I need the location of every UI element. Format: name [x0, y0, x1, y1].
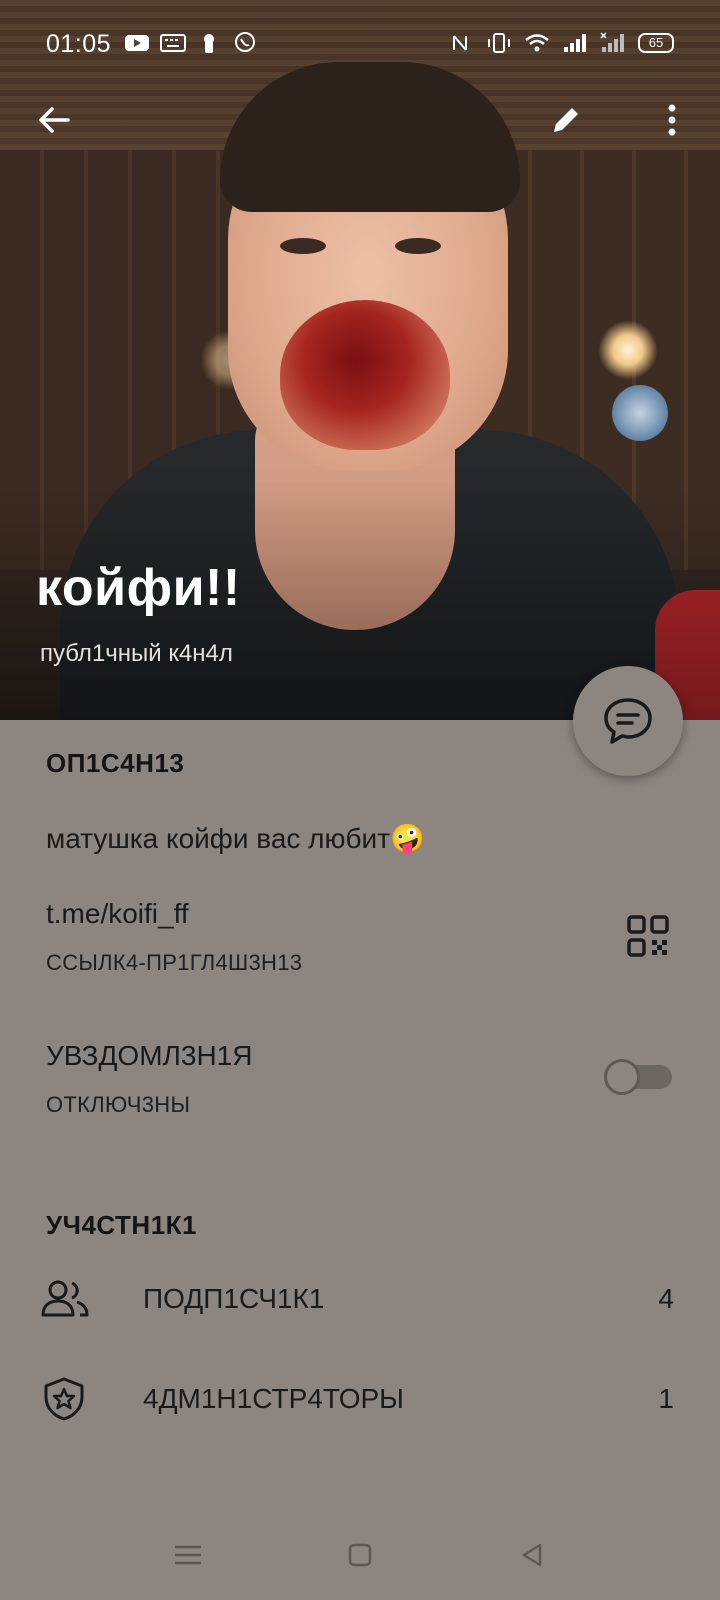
- invite-link-label: ССЫЛК4-ПР1ГЛ4Ш3Н13: [46, 950, 303, 975]
- subscribers-label: ПОДП1СЧ1К1: [143, 1283, 325, 1314]
- system-back-button[interactable]: [502, 1530, 562, 1580]
- admin-shield-icon: [44, 1377, 84, 1421]
- chat-bubble-icon: [604, 698, 652, 744]
- notifications-toggle[interactable]: [604, 1059, 672, 1095]
- keyhole-icon: [204, 34, 214, 53]
- vibrate-icon: [488, 33, 510, 53]
- discussion-button[interactable]: [573, 666, 683, 776]
- channel-subtitle: публ1чный к4н4л: [40, 640, 233, 667]
- battery-icon: 65: [638, 33, 674, 53]
- status-icons-right: 65: [448, 32, 674, 54]
- nfc-icon: [453, 35, 467, 51]
- notifications-state: ОТКЛЮЧ3НЫ: [46, 1092, 191, 1117]
- channel-title: койфи!!: [36, 559, 241, 617]
- status-icons-left: [124, 32, 258, 54]
- members-heading: УЧ4СТН1К1: [46, 1210, 197, 1240]
- subscribers-count: 4: [658, 1283, 674, 1314]
- more-options-button[interactable]: [648, 96, 696, 144]
- photo-eye: [280, 238, 326, 254]
- system-navigation-bar: [0, 1520, 720, 1600]
- status-time: 01:05: [46, 30, 112, 58]
- pencil-icon: [554, 108, 578, 132]
- viber-icon: [235, 32, 255, 52]
- qr-code-icon: [627, 915, 669, 957]
- notifications-title: УВЗДОМЛ3Н1Я: [46, 1040, 253, 1071]
- back-button[interactable]: [30, 96, 78, 144]
- photo-blood-stain: [280, 300, 450, 450]
- admins-row[interactable]: 4ДМ1Н1СТР4ТОРЫ 1: [0, 1359, 720, 1439]
- menu-lines-icon: [174, 1545, 202, 1565]
- toggle-thumb: [604, 1059, 640, 1095]
- photo-eye: [395, 238, 441, 254]
- qr-code-button[interactable]: [626, 914, 670, 958]
- home-square-icon: [348, 1543, 372, 1567]
- photo-plate: [612, 385, 668, 441]
- arrow-left-icon: [39, 107, 70, 133]
- admins-count: 1: [658, 1383, 674, 1414]
- back-triangle-icon: [522, 1543, 542, 1567]
- youtube-icon: [125, 35, 149, 51]
- recent-apps-button[interactable]: [158, 1530, 218, 1580]
- description-heading: ОП1С4Н13: [46, 748, 185, 778]
- keyboard-icon: [160, 34, 186, 52]
- subscribers-row[interactable]: ПОДП1СЧ1К1 4: [0, 1259, 720, 1339]
- edit-button[interactable]: [542, 96, 590, 144]
- signal-x-icon: [600, 32, 624, 52]
- home-button[interactable]: [330, 1530, 390, 1580]
- more-vertical-icon: [668, 104, 676, 136]
- photo-lamp: [598, 320, 658, 380]
- people-icon: [41, 1280, 89, 1317]
- description-text: матушка койфи вас любит🤪: [46, 823, 425, 854]
- invite-link-url[interactable]: t.me/koifi_ff: [46, 898, 189, 930]
- signal-icon: [564, 34, 586, 52]
- status-bar: 01:05 65: [0, 26, 720, 66]
- wifi-icon: [525, 34, 549, 52]
- admins-label: 4ДМ1Н1СТР4ТОРЫ: [143, 1383, 404, 1414]
